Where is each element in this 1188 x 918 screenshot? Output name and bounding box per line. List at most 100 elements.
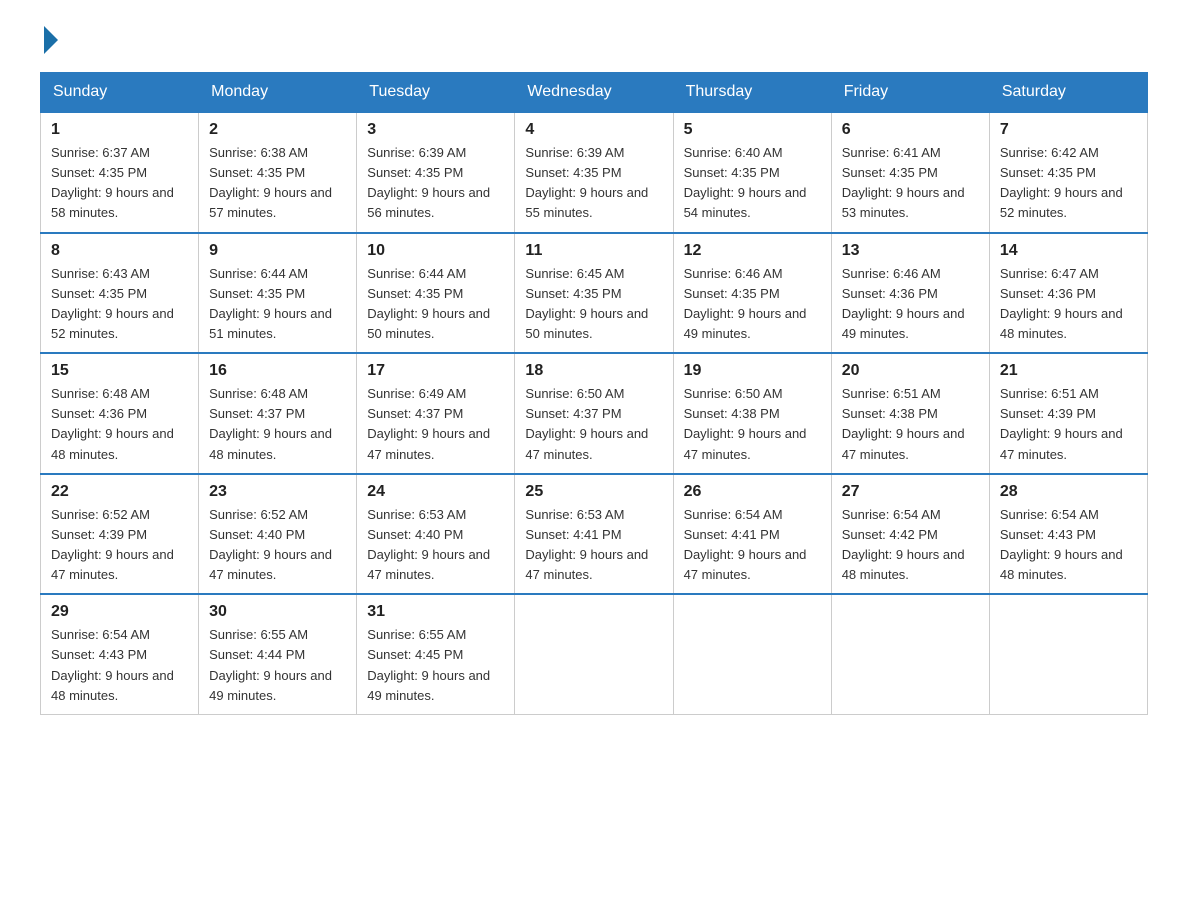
day-info: Sunrise: 6:51 AMSunset: 4:38 PMDaylight:… bbox=[842, 384, 979, 465]
logo-general bbox=[40, 30, 58, 54]
day-info: Sunrise: 6:37 AMSunset: 4:35 PMDaylight:… bbox=[51, 143, 188, 224]
day-info: Sunrise: 6:50 AMSunset: 4:37 PMDaylight:… bbox=[525, 384, 662, 465]
calendar-cell bbox=[673, 594, 831, 714]
day-number: 25 bbox=[525, 483, 662, 501]
calendar-cell: 14 Sunrise: 6:47 AMSunset: 4:36 PMDayligh… bbox=[989, 233, 1147, 354]
calendar-cell: 11 Sunrise: 6:45 AMSunset: 4:35 PMDayligh… bbox=[515, 233, 673, 354]
day-number: 21 bbox=[1000, 362, 1137, 380]
day-info: Sunrise: 6:38 AMSunset: 4:35 PMDaylight:… bbox=[209, 143, 346, 224]
day-info: Sunrise: 6:46 AMSunset: 4:35 PMDaylight:… bbox=[684, 264, 821, 345]
day-number: 4 bbox=[525, 121, 662, 139]
calendar-table: SundayMondayTuesdayWednesdayThursdayFrid… bbox=[40, 72, 1148, 715]
calendar-cell bbox=[831, 594, 989, 714]
day-info: Sunrise: 6:53 AMSunset: 4:40 PMDaylight:… bbox=[367, 505, 504, 586]
day-info: Sunrise: 6:48 AMSunset: 4:36 PMDaylight:… bbox=[51, 384, 188, 465]
day-number: 22 bbox=[51, 483, 188, 501]
day-of-week-header: Monday bbox=[199, 73, 357, 113]
day-number: 17 bbox=[367, 362, 504, 380]
day-number: 12 bbox=[684, 242, 821, 260]
calendar-cell: 13Sunrise: 6:46 AMSunset: 4:36 PMDayligh… bbox=[831, 233, 989, 354]
calendar-cell: 1 Sunrise: 6:37 AMSunset: 4:35 PMDaylight… bbox=[41, 112, 199, 233]
day-number: 19 bbox=[684, 362, 821, 380]
calendar-cell: 28Sunrise: 6:54 AMSunset: 4:43 PMDayligh… bbox=[989, 474, 1147, 595]
calendar-cell: 31 Sunrise: 6:55 AMSunset: 4:45 PMDayligh… bbox=[357, 594, 515, 714]
day-info: Sunrise: 6:52 AMSunset: 4:39 PMDaylight:… bbox=[51, 505, 188, 586]
day-number: 3 bbox=[367, 121, 504, 139]
calendar-cell bbox=[989, 594, 1147, 714]
day-info: Sunrise: 6:51 AMSunset: 4:39 PMDaylight:… bbox=[1000, 384, 1137, 465]
calendar-header-row: SundayMondayTuesdayWednesdayThursdayFrid… bbox=[41, 73, 1148, 113]
day-number: 15 bbox=[51, 362, 188, 380]
calendar-cell: 7 Sunrise: 6:42 AMSunset: 4:35 PMDaylight… bbox=[989, 112, 1147, 233]
day-number: 6 bbox=[842, 121, 979, 139]
calendar-cell: 26 Sunrise: 6:54 AMSunset: 4:41 PMDayligh… bbox=[673, 474, 831, 595]
day-info: Sunrise: 6:44 AMSunset: 4:35 PMDaylight:… bbox=[367, 264, 504, 345]
day-info: Sunrise: 6:45 AMSunset: 4:35 PMDaylight:… bbox=[525, 264, 662, 345]
day-info: Sunrise: 6:47 AMSunset: 4:36 PMDaylight:… bbox=[1000, 264, 1137, 345]
calendar-week-row: 8 Sunrise: 6:43 AMSunset: 4:35 PMDaylight… bbox=[41, 233, 1148, 354]
calendar-week-row: 1 Sunrise: 6:37 AMSunset: 4:35 PMDaylight… bbox=[41, 112, 1148, 233]
day-number: 30 bbox=[209, 603, 346, 621]
calendar-cell: 9Sunrise: 6:44 AMSunset: 4:35 PMDaylight… bbox=[199, 233, 357, 354]
calendar-cell: 3 Sunrise: 6:39 AMSunset: 4:35 PMDaylight… bbox=[357, 112, 515, 233]
day-of-week-header: Saturday bbox=[989, 73, 1147, 113]
day-info: Sunrise: 6:49 AMSunset: 4:37 PMDaylight:… bbox=[367, 384, 504, 465]
calendar-cell: 20 Sunrise: 6:51 AMSunset: 4:38 PMDayligh… bbox=[831, 353, 989, 474]
logo bbox=[40, 30, 58, 48]
day-info: Sunrise: 6:39 AMSunset: 4:35 PMDaylight:… bbox=[367, 143, 504, 224]
calendar-cell: 22 Sunrise: 6:52 AMSunset: 4:39 PMDayligh… bbox=[41, 474, 199, 595]
day-number: 20 bbox=[842, 362, 979, 380]
calendar-cell: 5Sunrise: 6:40 AMSunset: 4:35 PMDaylight… bbox=[673, 112, 831, 233]
day-info: Sunrise: 6:42 AMSunset: 4:35 PMDaylight:… bbox=[1000, 143, 1137, 224]
day-info: Sunrise: 6:55 AMSunset: 4:44 PMDaylight:… bbox=[209, 625, 346, 706]
calendar-cell: 15 Sunrise: 6:48 AMSunset: 4:36 PMDayligh… bbox=[41, 353, 199, 474]
calendar-cell: 23 Sunrise: 6:52 AMSunset: 4:40 PMDayligh… bbox=[199, 474, 357, 595]
calendar-cell: 27 Sunrise: 6:54 AMSunset: 4:42 PMDayligh… bbox=[831, 474, 989, 595]
calendar-week-row: 29Sunrise: 6:54 AMSunset: 4:43 PMDayligh… bbox=[41, 594, 1148, 714]
day-number: 1 bbox=[51, 121, 188, 139]
calendar-cell: 16Sunrise: 6:48 AMSunset: 4:37 PMDayligh… bbox=[199, 353, 357, 474]
calendar-cell: 25 Sunrise: 6:53 AMSunset: 4:41 PMDayligh… bbox=[515, 474, 673, 595]
calendar-cell: 24Sunrise: 6:53 AMSunset: 4:40 PMDayligh… bbox=[357, 474, 515, 595]
day-info: Sunrise: 6:53 AMSunset: 4:41 PMDaylight:… bbox=[525, 505, 662, 586]
day-number: 31 bbox=[367, 603, 504, 621]
day-info: Sunrise: 6:44 AMSunset: 4:35 PMDaylight:… bbox=[209, 264, 346, 345]
day-info: Sunrise: 6:39 AMSunset: 4:35 PMDaylight:… bbox=[525, 143, 662, 224]
calendar-week-row: 15 Sunrise: 6:48 AMSunset: 4:36 PMDayligh… bbox=[41, 353, 1148, 474]
day-number: 27 bbox=[842, 483, 979, 501]
day-of-week-header: Wednesday bbox=[515, 73, 673, 113]
day-info: Sunrise: 6:43 AMSunset: 4:35 PMDaylight:… bbox=[51, 264, 188, 345]
calendar-cell: 17 Sunrise: 6:49 AMSunset: 4:37 PMDayligh… bbox=[357, 353, 515, 474]
day-info: Sunrise: 6:55 AMSunset: 4:45 PMDaylight:… bbox=[367, 625, 504, 706]
day-number: 16 bbox=[209, 362, 346, 380]
day-number: 29 bbox=[51, 603, 188, 621]
calendar-cell bbox=[515, 594, 673, 714]
day-number: 8 bbox=[51, 242, 188, 260]
day-info: Sunrise: 6:40 AMSunset: 4:35 PMDaylight:… bbox=[684, 143, 821, 224]
calendar-cell: 29Sunrise: 6:54 AMSunset: 4:43 PMDayligh… bbox=[41, 594, 199, 714]
calendar-cell: 10 Sunrise: 6:44 AMSunset: 4:35 PMDayligh… bbox=[357, 233, 515, 354]
logo-arrow-icon bbox=[44, 26, 58, 54]
calendar-cell: 18Sunrise: 6:50 AMSunset: 4:37 PMDayligh… bbox=[515, 353, 673, 474]
day-number: 7 bbox=[1000, 121, 1137, 139]
day-number: 26 bbox=[684, 483, 821, 501]
day-info: Sunrise: 6:54 AMSunset: 4:42 PMDaylight:… bbox=[842, 505, 979, 586]
day-info: Sunrise: 6:41 AMSunset: 4:35 PMDaylight:… bbox=[842, 143, 979, 224]
calendar-cell: 2 Sunrise: 6:38 AMSunset: 4:35 PMDaylight… bbox=[199, 112, 357, 233]
day-number: 11 bbox=[525, 242, 662, 260]
day-number: 23 bbox=[209, 483, 346, 501]
day-info: Sunrise: 6:54 AMSunset: 4:43 PMDaylight:… bbox=[1000, 505, 1137, 586]
day-info: Sunrise: 6:52 AMSunset: 4:40 PMDaylight:… bbox=[209, 505, 346, 586]
day-number: 14 bbox=[1000, 242, 1137, 260]
day-number: 13 bbox=[842, 242, 979, 260]
day-info: Sunrise: 6:54 AMSunset: 4:41 PMDaylight:… bbox=[684, 505, 821, 586]
day-of-week-header: Friday bbox=[831, 73, 989, 113]
calendar-cell: 12 Sunrise: 6:46 AMSunset: 4:35 PMDayligh… bbox=[673, 233, 831, 354]
calendar-week-row: 22 Sunrise: 6:52 AMSunset: 4:39 PMDayligh… bbox=[41, 474, 1148, 595]
day-info: Sunrise: 6:50 AMSunset: 4:38 PMDaylight:… bbox=[684, 384, 821, 465]
calendar-cell: 8 Sunrise: 6:43 AMSunset: 4:35 PMDaylight… bbox=[41, 233, 199, 354]
page-header bbox=[40, 30, 1148, 48]
calendar-cell: 19 Sunrise: 6:50 AMSunset: 4:38 PMDayligh… bbox=[673, 353, 831, 474]
day-number: 2 bbox=[209, 121, 346, 139]
day-number: 10 bbox=[367, 242, 504, 260]
